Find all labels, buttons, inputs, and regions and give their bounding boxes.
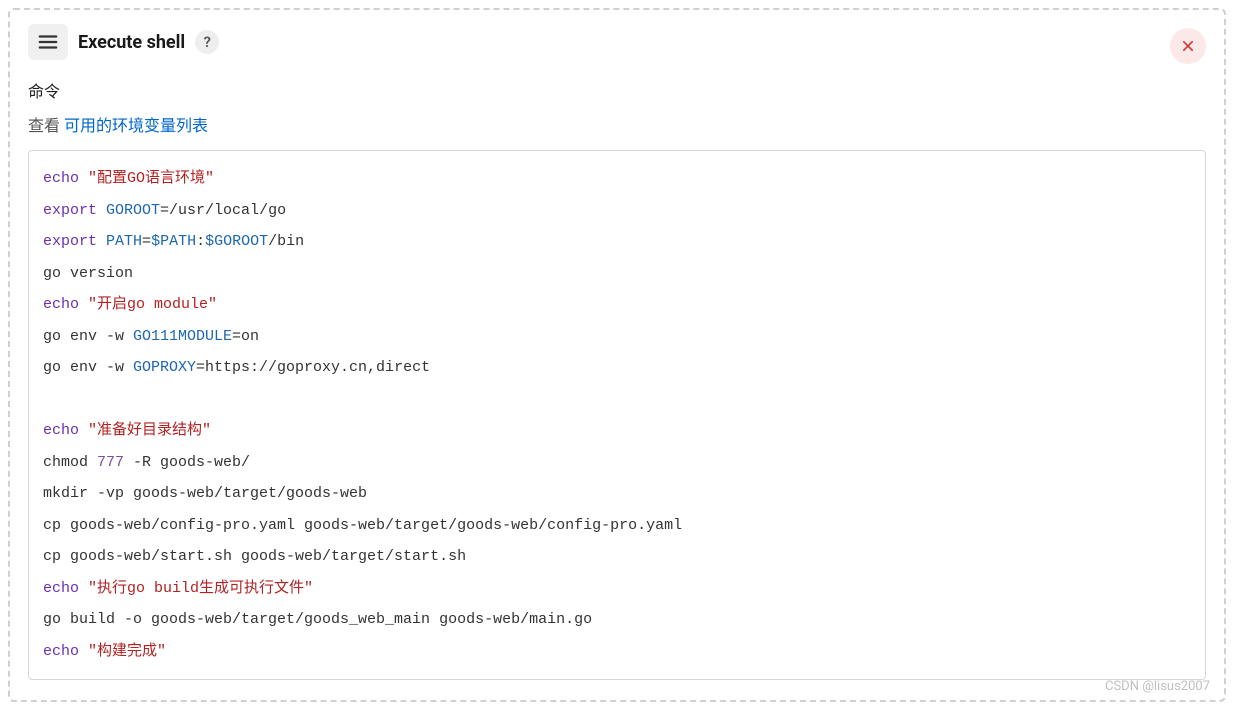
watermark-text: CSDN @lisus2007 [1105,679,1210,694]
env-vars-link[interactable]: 可用的环境变量列表 [64,116,208,135]
close-button[interactable] [1170,28,1206,64]
command-field-label: 命令 [28,78,1206,102]
help-line: 查看 可用的环境变量列表 [28,112,1206,136]
close-icon [1180,38,1196,54]
help-prefix: 查看 [28,116,64,135]
command-textarea[interactable]: echo "配置GO语言环境" export GOROOT=/usr/local… [28,150,1206,680]
drag-handle[interactable] [28,24,68,60]
panel-header: Execute shell ? [28,24,1206,60]
menu-icon [37,31,59,53]
execute-shell-panel: Execute shell ? 命令 查看 可用的环境变量列表 echo "配置… [8,8,1226,702]
panel-title: Execute shell [78,32,185,53]
help-button[interactable]: ? [195,30,219,54]
